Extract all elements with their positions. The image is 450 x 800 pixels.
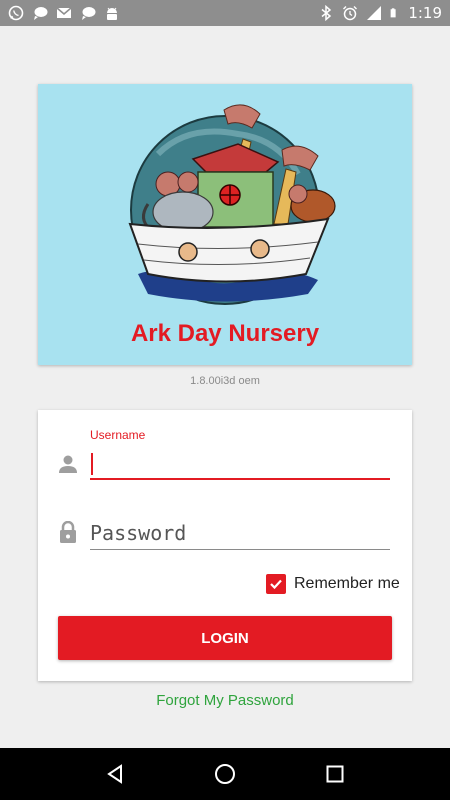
login-form: Username Remember me LOGIN [38,410,412,681]
signal-icon [367,6,382,20]
home-button[interactable] [213,762,237,786]
system-icons: 1:19 [318,4,442,22]
alarm-icon [343,6,358,21]
recents-icon [326,765,344,783]
password-input[interactable] [90,516,390,550]
login-button[interactable]: LOGIN [58,616,392,660]
clock: 1:19 [408,4,442,22]
remember-checkbox[interactable] [266,574,286,594]
remember-label: Remember me [294,575,400,592]
brand-name: Ark Day Nursery [130,320,320,347]
battery-icon [390,8,396,18]
forgot-password-link[interactable]: Forgot My Password [0,692,450,709]
status-bar: 1:19 [0,0,450,26]
notification-icons [8,5,120,21]
chat-bubble-icon [82,7,96,20]
recents-button[interactable] [323,762,347,786]
username-label: Username [90,428,146,442]
remember-me-toggle[interactable]: Remember me [266,574,400,594]
android-icon [107,7,117,20]
back-icon [107,764,122,784]
username-input[interactable] [90,448,390,480]
bluetooth-icon [321,5,332,21]
gmail-icon [56,7,72,18]
navigation-bar [0,748,450,800]
app-version: 1.8.00i3d oem [190,375,260,387]
logo-banner: Ark Day Nursery [38,84,412,365]
home-icon [215,764,235,784]
checkmark-icon [270,579,282,590]
person-icon [59,455,77,473]
back-button[interactable] [103,762,127,786]
chat-bubble-icon [34,7,48,20]
text-cursor [91,453,93,475]
whatsapp-icon [8,5,24,21]
lock-icon [60,521,76,543]
